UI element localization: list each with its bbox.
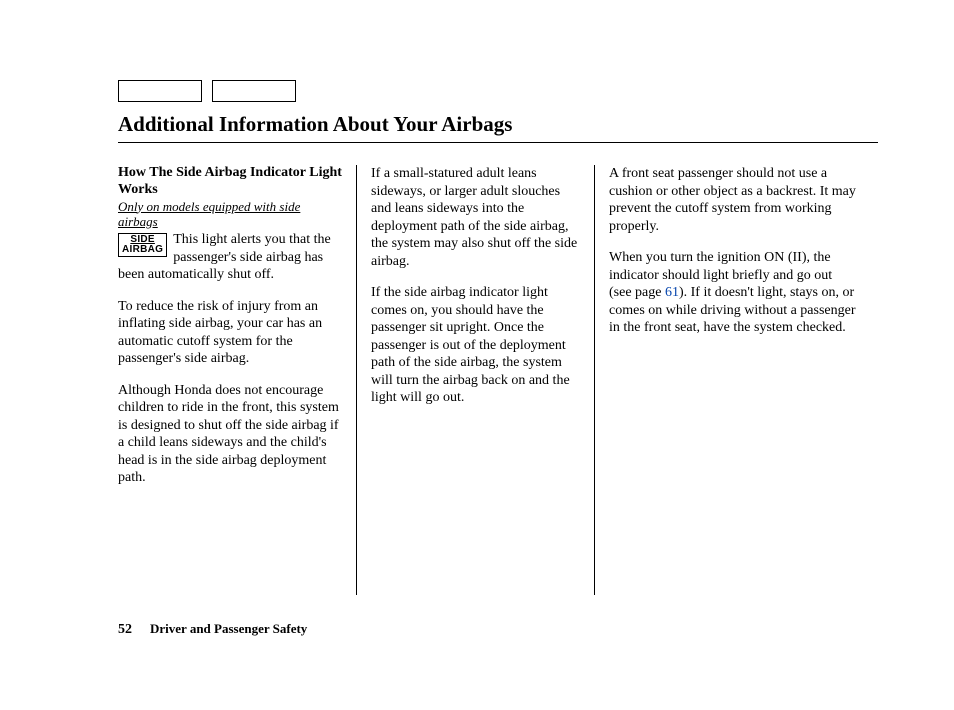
placeholder-box	[212, 80, 296, 102]
paragraph: When you turn the ignition ON (II), the …	[609, 249, 856, 337]
page-content: Additional Information About Your Airbag…	[118, 80, 878, 638]
model-note: Only on models equipped with side airbag…	[118, 200, 342, 230]
column-1: How The Side Airbag Indicator Light Work…	[118, 165, 356, 595]
paragraph: If the side airbag indicator light comes…	[371, 284, 580, 407]
paragraph: To reduce the risk of injury from an inf…	[118, 298, 342, 368]
side-airbag-icon: SIDE AIRBAG	[118, 233, 167, 257]
column-2: If a small-statured adult leans sideways…	[356, 165, 594, 595]
text-columns: How The Side Airbag Indicator Light Work…	[118, 165, 878, 595]
placeholder-box	[118, 80, 202, 102]
paragraph: If a small-statured adult leans sideways…	[371, 165, 580, 270]
column-3: A front seat passenger should not use a …	[594, 165, 856, 595]
page-footer: 52 Driver and Passenger Safety	[118, 621, 878, 638]
header-placeholders	[118, 80, 878, 102]
page-number: 52	[118, 622, 132, 638]
paragraph: SIDE AIRBAG This light alerts you that t…	[118, 231, 342, 284]
footer-section-title: Driver and Passenger Safety	[150, 621, 307, 637]
page-title: Additional Information About Your Airbag…	[118, 112, 878, 143]
paragraph: Although Honda does not encourage childr…	[118, 382, 342, 487]
paragraph: A front seat passenger should not use a …	[609, 165, 856, 235]
section-heading: How The Side Airbag Indicator Light Work…	[118, 165, 342, 199]
page-link[interactable]: 61	[665, 285, 679, 300]
